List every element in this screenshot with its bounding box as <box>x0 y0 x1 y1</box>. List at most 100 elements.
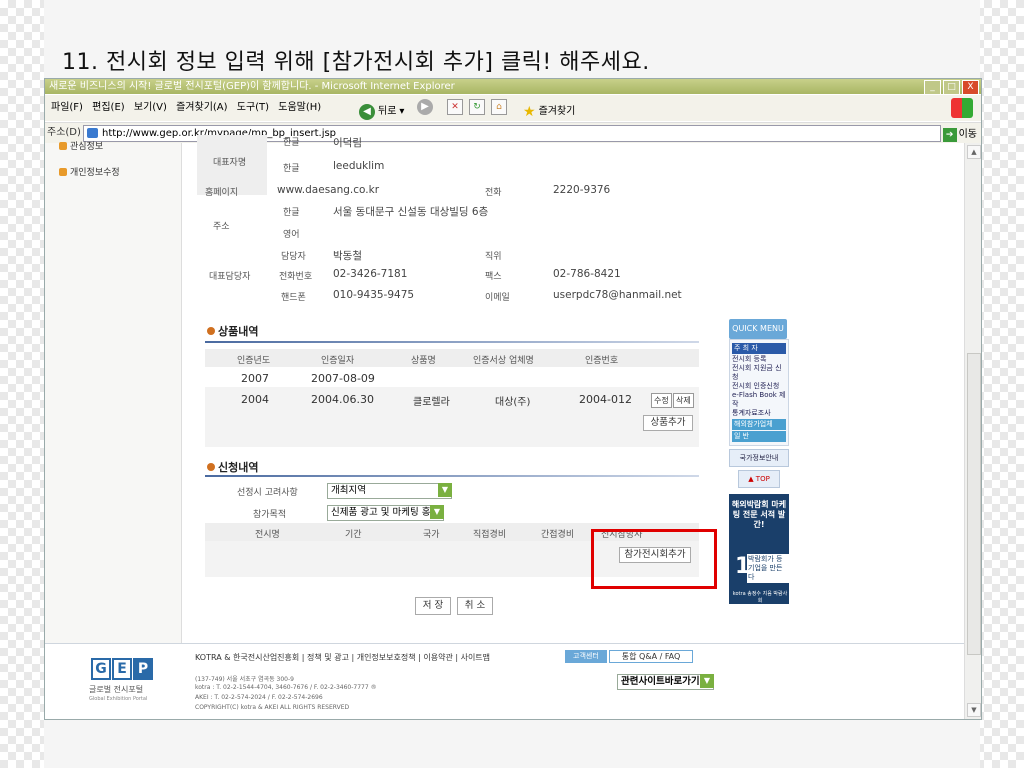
vertical-scrollbar[interactable]: ▲ ▼ <box>964 143 981 719</box>
c-name-label: 담당자 <box>281 252 306 262</box>
go-button[interactable]: ➔ 이동 <box>942 125 977 145</box>
quick-organizer-tab[interactable]: 주 최 자 <box>732 343 786 354</box>
col-cert-year: 인증년도 <box>237 356 271 366</box>
footer-copyright: COPYRIGHT(C) kotra & AKEI ALL RIGHTS RES… <box>195 704 350 711</box>
highlight-box <box>591 529 717 589</box>
addr-label: 주소 <box>213 222 230 232</box>
rep-label: 대표자명 <box>213 158 247 168</box>
rep-en-label: 한글 <box>283 164 300 174</box>
related-sites-select[interactable]: 관련사이트바로가기 ▼ <box>617 674 714 690</box>
sidebar-item-label: 개인정보수정 <box>70 168 120 178</box>
browser-window: 새로운 비즈니스의 시작! 글로벌 전시포털(GEP)이 함께합니다. - Mi… <box>44 78 982 720</box>
quick-link[interactable]: 전시회 등록 <box>732 355 786 364</box>
page-icon <box>87 128 98 138</box>
footer-address: (137-749) 서울 서초구 염곡동 300-9 <box>195 676 294 683</box>
maximize-button[interactable]: □ <box>943 80 960 95</box>
windows-logo-icon <box>951 98 973 118</box>
section-divider <box>205 341 699 343</box>
page-content: 관심정보 개인정보수정 대표자명 한글 이덕림 한글 leeduklim 홈페이… <box>45 135 965 719</box>
section-divider <box>205 475 699 477</box>
related-sites-value: 관련사이트바로가기 <box>621 676 700 687</box>
menu-view[interactable]: 보기(V) <box>134 95 167 121</box>
contact-label: 대표담당자 <box>209 272 251 282</box>
quick-overseas-tab[interactable]: 해외참가업체 <box>732 419 786 430</box>
stop-icon[interactable]: ✕ <box>447 99 463 115</box>
c-mail-label: 이메일 <box>485 293 510 303</box>
footer-akei-contact: AKEI : T. 02-2-574-2024 / F. 02-2-574-26… <box>195 694 323 701</box>
sidebar-item-interest[interactable]: 관심정보 <box>59 139 103 152</box>
apply-section-title: 신청내역 <box>207 459 258 475</box>
qna-faq-link[interactable]: 통합 Q&A / FAQ <box>608 650 694 663</box>
purpose-label: 참가목적 <box>253 510 287 520</box>
menu-help[interactable]: 도움말(H) <box>278 95 321 121</box>
quick-link[interactable]: 전시회 인증신청 <box>732 382 786 391</box>
go-arrow-icon: ➔ <box>942 128 957 142</box>
tel-value: 2220-9376 <box>553 184 611 196</box>
cancel-button[interactable]: 취 소 <box>457 597 493 615</box>
address-bar: 주소(D) http://www.gep.or.kr/mypage/mp_bp_… <box>45 122 981 143</box>
addr-kr-label: 한글 <box>283 208 300 218</box>
ad-publisher: kotra 송정수 지음 박람사회 <box>732 591 788 604</box>
product-year-2: 2004 <box>241 393 269 406</box>
c-hp-label: 핸드폰 <box>281 293 306 303</box>
addr-kr-value: 서울 동대문구 신설동 대상빌딩 6층 <box>333 206 489 218</box>
sidebar-item-profile[interactable]: 개인정보수정 <box>59 165 120 178</box>
scroll-down-icon[interactable]: ▼ <box>967 703 981 717</box>
menu-bar: 파일(F) 편집(E) 보기(V) 즐겨찾기(A) 도구(T) 도움말(H) ◀… <box>45 95 981 121</box>
country-info-button[interactable]: 국가정보안내 <box>729 449 789 467</box>
c-fax-value: 02-786-8421 <box>553 268 621 280</box>
bullet-icon <box>207 463 215 471</box>
footer-links[interactable]: KOTRA & 한국전시산업진흥회 | 정책 및 광고 | 개인정보보호정책 |… <box>195 652 490 663</box>
col-direct-cost: 직접경비 <box>473 530 507 540</box>
ad-title: 해외박람회 마케팅 전문 서적 발간! <box>731 500 787 529</box>
window-titlebar[interactable]: 새로운 비즈니스의 시작! 글로벌 전시포털(GEP)이 함께합니다. - Mi… <box>45 79 981 95</box>
menu-edit[interactable]: 편집(E) <box>92 95 125 121</box>
forward-arrow-icon: ▶ <box>417 99 433 115</box>
menu-tools[interactable]: 도구(T) <box>237 95 269 121</box>
addr-en-label: 영어 <box>283 230 300 240</box>
col-company: 인증서상 업체명 <box>473 356 534 366</box>
purpose-select[interactable]: 신제품 광고 및 마케팅 홍보 ▼ <box>327 505 444 521</box>
product-edit-button[interactable]: 수정 <box>651 393 672 408</box>
product-date-2: 2004.06.30 <box>311 393 374 406</box>
home-label: 홈페이지 <box>205 188 239 198</box>
menu-favorites[interactable]: 즐겨찾기(A) <box>176 95 227 121</box>
c-fax-label: 팩스 <box>485 272 502 282</box>
product-delete-button[interactable]: 삭제 <box>673 393 694 408</box>
tel-label: 전화 <box>485 188 502 198</box>
close-button[interactable]: X <box>962 80 979 95</box>
window-title: 새로운 비즈니스의 시작! 글로벌 전시포털(GEP)이 함께합니다. - Mi… <box>49 81 455 92</box>
folder-icon <box>59 167 67 176</box>
gep-logo[interactable]: G E P <box>91 658 153 680</box>
chevron-down-icon: ▼ <box>430 505 444 519</box>
col-period: 기간 <box>345 530 362 540</box>
quick-link[interactable]: e-Flash Book 제작 <box>732 391 786 409</box>
refresh-icon[interactable]: ↻ <box>469 99 485 115</box>
quick-link[interactable]: 전시회 지원금 신청 <box>732 364 786 382</box>
go-label: 이동 <box>958 129 977 140</box>
bullet-icon <box>207 327 215 335</box>
product-date-1: 2007-08-09 <box>311 372 375 385</box>
forward-button[interactable]: ▶ <box>417 99 433 115</box>
product-company-2: 대상(주) <box>495 397 531 408</box>
pref-select[interactable]: 개최지역 ▼ <box>327 483 452 499</box>
add-product-button[interactable]: 상품추가 <box>643 415 693 431</box>
col-indirect-cost: 간접경비 <box>541 530 575 540</box>
menu-file[interactable]: 파일(F) <box>51 95 83 121</box>
c-tel-value: 02-3426-7181 <box>333 268 408 280</box>
top-button[interactable]: ▲ TOP <box>738 470 780 488</box>
scroll-thumb[interactable] <box>967 353 981 655</box>
home-icon[interactable]: ⌂ <box>491 99 507 115</box>
save-button[interactable]: 저 장 <box>415 597 451 615</box>
chevron-down-icon: ▼ <box>700 674 714 688</box>
quick-general-tab[interactable]: 일 반 <box>732 431 786 442</box>
quick-link[interactable]: 통계자료조사 <box>732 409 786 418</box>
logo-letter: E <box>112 658 132 680</box>
minimize-button[interactable]: _ <box>924 80 941 95</box>
logo-subtitle: 글로벌 전시포털 <box>89 685 144 694</box>
pref-select-value: 개최지역 <box>331 485 366 496</box>
home-value: www.daesang.co.kr <box>277 184 380 196</box>
book-ad-banner[interactable]: 해외박람회 마케팅 전문 서적 발간! 1 박람회가 등기업을 만든다 kotr… <box>729 494 789 604</box>
scroll-up-icon[interactable]: ▲ <box>967 145 981 159</box>
instruction-heading: 11. 전시회 정보 입력 위해 [참가전시회 추가] 클릭! 해주세요. <box>62 50 650 75</box>
